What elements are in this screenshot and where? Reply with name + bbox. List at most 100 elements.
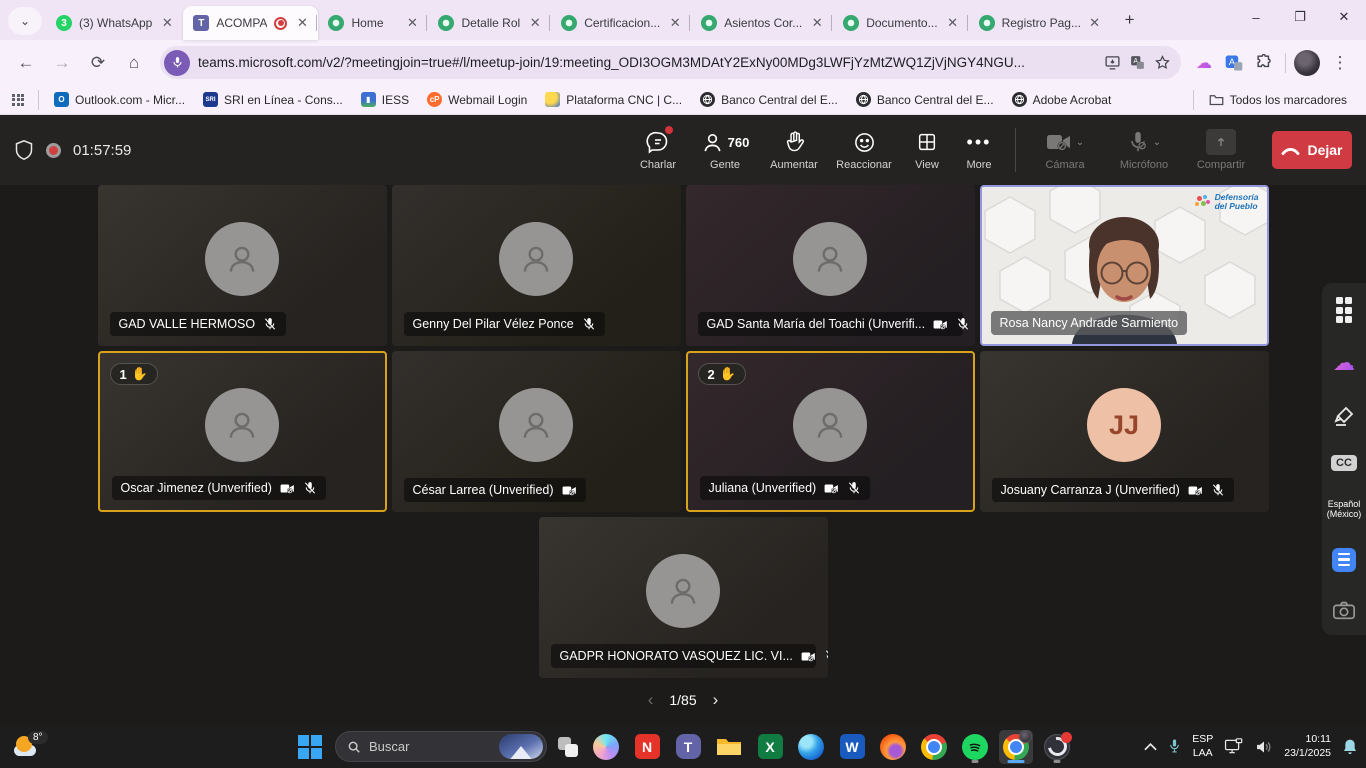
tab-home[interactable]: Home ✕ <box>318 6 428 40</box>
tab-teams-meeting[interactable]: T ACOMPA ✕ <box>183 6 318 40</box>
taskbar-copilot[interactable] <box>589 730 623 764</box>
taskbar-spotify[interactable] <box>958 730 992 764</box>
tab-detalle-rol[interactable]: Detalle Rol ✕ <box>428 6 551 40</box>
bookmark-iess[interactable]: ▮ IESS <box>354 89 416 110</box>
mic-in-use-icon[interactable] <box>164 50 190 76</box>
apps-grid-icon[interactable] <box>12 94 24 106</box>
rail-weather-cloud-icon[interactable]: ☁ <box>1333 350 1355 376</box>
camera-button[interactable]: ⌄ Cámara <box>1030 129 1100 171</box>
docs-extension-icon[interactable] <box>1332 548 1356 572</box>
extensions-puzzle-icon[interactable] <box>1251 50 1277 76</box>
bookmark-label: Webmail Login <box>448 93 527 107</box>
rail-apps-grid-icon[interactable] <box>1336 297 1353 323</box>
bookmark-banco-central-2[interactable]: Banco Central del E... <box>849 89 1001 110</box>
tray-chevron-up-icon[interactable] <box>1144 742 1157 751</box>
network-icon[interactable] <box>1224 738 1244 755</box>
participant-name: GAD VALLE HERMOSO <box>119 317 256 331</box>
captions-icon[interactable]: CC <box>1331 455 1357 471</box>
tab-certificacion[interactable]: Certificacion... ✕ <box>551 6 691 40</box>
taskbar-chrome[interactable] <box>917 730 951 764</box>
keyboard-layout[interactable]: ESPLAA <box>1192 733 1213 759</box>
close-icon[interactable]: ✕ <box>945 15 961 31</box>
participant-tile-genny-velez[interactable]: Genny Del Pilar Vélez Ponce <box>392 185 681 346</box>
close-icon[interactable]: ✕ <box>809 15 825 31</box>
participant-tile-oscar-jimenez[interactable]: 1✋ Oscar Jimenez (Unverified) <box>98 351 387 512</box>
close-icon[interactable]: ✕ <box>1087 15 1103 31</box>
participant-tile-gad-valle-hermoso[interactable]: GAD VALLE HERMOSO <box>98 185 387 346</box>
taskbar-search[interactable]: Buscar <box>335 731 547 762</box>
screenshot-camera-icon[interactable] <box>1332 599 1356 621</box>
microphone-chevron-icon[interactable]: ⌄ <box>1153 137 1161 148</box>
caption-language-label[interactable]: Español(México) <box>1327 499 1362 521</box>
taskbar-edge[interactable] <box>794 730 828 764</box>
bookmark-adobe[interactable]: Adobe Acrobat <box>1005 89 1119 110</box>
participant-tile-cesar-larrea[interactable]: César Larrea (Unverified) <box>392 351 681 512</box>
taskbar-teams[interactable]: T <box>671 730 705 764</box>
bookmark-star-icon[interactable] <box>1154 54 1171 71</box>
window-close-button[interactable]: ✕ <box>1322 0 1366 34</box>
close-icon[interactable]: ✕ <box>667 15 683 31</box>
weather-extension-icon[interactable]: ☁ <box>1191 50 1217 76</box>
profile-avatar[interactable] <box>1294 50 1320 76</box>
task-view-button[interactable] <box>558 737 578 757</box>
view-button[interactable]: View <box>903 129 951 171</box>
leave-button[interactable]: Dejar <box>1272 131 1352 169</box>
reload-button[interactable]: ⟳ <box>82 47 114 79</box>
tab-whatsapp[interactable]: 3 (3) WhatsApp ✕ <box>46 6 183 40</box>
bookmark-sri[interactable]: SRI SRI en Línea - Cons... <box>196 89 350 110</box>
share-button[interactable]: Compartir <box>1188 129 1254 171</box>
taskbar-chrome-active-profile[interactable] <box>999 730 1033 764</box>
taskbar-file-explorer[interactable] <box>712 730 746 764</box>
taskbar-firefox[interactable] <box>876 730 910 764</box>
close-icon[interactable]: ✕ <box>159 15 175 31</box>
bookmark-webmail[interactable]: cP Webmail Login <box>420 89 534 110</box>
tray-microphone-icon[interactable] <box>1168 738 1181 755</box>
taskbar-pdf[interactable]: N <box>630 730 664 764</box>
people-button[interactable]: 760 Gente <box>693 129 757 171</box>
taskbar-word[interactable]: W <box>835 730 869 764</box>
close-icon[interactable]: ✕ <box>527 15 543 31</box>
tab-registro-pag[interactable]: Registro Pag... ✕ <box>969 6 1111 40</box>
tab-search-chevron-icon[interactable]: ⌄ <box>8 7 42 35</box>
tab-asientos[interactable]: Asientos Cor... ✕ <box>691 6 833 40</box>
back-button[interactable]: ← <box>10 47 42 79</box>
forward-button[interactable]: → <box>46 47 78 79</box>
camera-chevron-icon[interactable]: ⌄ <box>1076 137 1084 148</box>
bookmark-banco-central-1[interactable]: Banco Central del E... <box>693 89 845 110</box>
participant-tile-gad-santa-maria[interactable]: GAD Santa María del Toachi (Unverifi... <box>686 185 975 346</box>
participant-tile-gadpr-honorato[interactable]: GADPR HONORATO VASQUEZ LIC. VI... <box>539 517 828 678</box>
participant-tile-juliana[interactable]: 2✋ Juliana (Unverified) <box>686 351 975 512</box>
notification-bell-icon[interactable] <box>1342 738 1358 756</box>
clock[interactable]: 10:1123/1/2025 <box>1284 733 1331 760</box>
chat-button[interactable]: Charlar <box>629 129 687 171</box>
participant-tile-josuany-carranza[interactable]: JJ Josuany Carranza J (Unverified) <box>980 351 1269 512</box>
volume-icon[interactable] <box>1255 739 1273 755</box>
tab-documento[interactable]: Documento... ✕ <box>833 6 968 40</box>
translate-extension-icon[interactable]: A <box>1221 50 1247 76</box>
highlighter-icon[interactable] <box>1332 404 1356 428</box>
taskbar-obs[interactable] <box>1040 730 1074 764</box>
home-button[interactable]: ⌂ <box>118 47 150 79</box>
restore-button[interactable]: ❐ <box>1278 0 1322 34</box>
raise-hand-button[interactable]: Aumentar <box>763 129 825 171</box>
chrome-menu-icon[interactable]: ⋮ <box>1324 47 1356 79</box>
next-page-icon[interactable]: › <box>713 690 719 710</box>
react-button[interactable]: Reaccionar <box>831 129 897 171</box>
translate-page-icon[interactable]: A <box>1129 54 1146 71</box>
previous-page-icon[interactable]: ‹ <box>648 690 654 710</box>
minimize-button[interactable]: – <box>1234 0 1278 34</box>
all-bookmarks[interactable]: Todos los marcadores <box>1202 90 1354 110</box>
bookmark-cnc[interactable]: Plataforma CNC | C... <box>538 89 689 110</box>
url-bar[interactable]: teams.microsoft.com/v2/?meetingjoin=true… <box>160 46 1181 79</box>
taskbar-excel[interactable]: X <box>753 730 787 764</box>
participant-tile-rosa-andrade-video[interactable]: Defensoríadel Pueblo Rosa Nancy Andrade … <box>980 185 1269 346</box>
close-icon[interactable]: ✕ <box>294 15 310 31</box>
more-button[interactable]: ••• More <box>957 129 1001 171</box>
microphone-button[interactable]: ⌄ Micrófono <box>1106 129 1182 171</box>
start-button[interactable] <box>292 729 328 765</box>
weather-widget[interactable]: 8° <box>10 737 58 756</box>
new-tab-button[interactable]: + <box>1117 7 1143 33</box>
bookmark-outlook[interactable]: O Outlook.com - Micr... <box>47 89 192 110</box>
install-app-icon[interactable] <box>1104 54 1121 71</box>
close-icon[interactable]: ✕ <box>404 15 420 31</box>
